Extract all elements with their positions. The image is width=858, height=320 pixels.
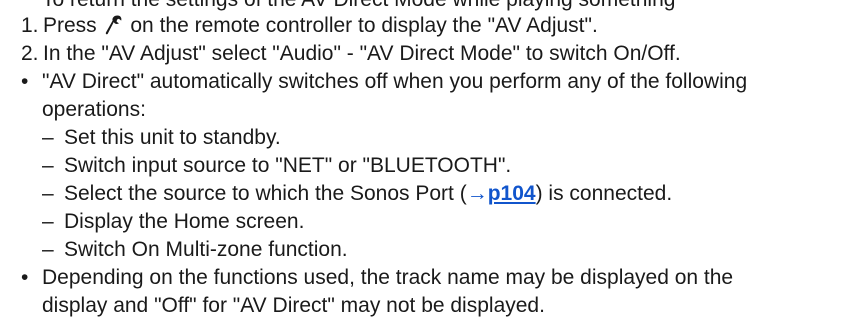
note-text: operations: (42, 98, 146, 121)
sub-item: – Switch On Multi-zone function. (42, 237, 348, 263)
note-bullet-1: • "AV Direct" automatically switches off … (21, 69, 747, 95)
note-text: display and "Off" for "AV Direct" may no… (42, 294, 545, 317)
page-reference-link[interactable]: →p104 (467, 182, 536, 205)
sub-item: – Switch input source to "NET" or "BLUETO… (42, 153, 511, 179)
wrench-icon (105, 14, 123, 36)
sub-item-text: Set this unit to standby. (64, 126, 281, 149)
dash-marker: – (42, 182, 54, 205)
page-number: p104 (487, 182, 536, 205)
step-1: 1. Press on the remote controller to disp… (21, 13, 598, 39)
note-bullet-1-continuation: operations: (42, 97, 146, 123)
sub-item-text: ) is connected. (535, 182, 673, 205)
note-bullet-2-continuation: display and "Off" for "AV Direct" may no… (42, 293, 545, 319)
dash-marker: – (42, 210, 54, 233)
intro-text-cut: To return the settings of the AV Direct … (42, 0, 675, 13)
step-number: 1. (21, 14, 39, 37)
sub-item-text: Display the Home screen. (64, 210, 305, 233)
sub-item-text: Switch On Multi-zone function. (64, 238, 348, 261)
step-text-before: Press (43, 14, 97, 37)
step-number: 2. (21, 42, 39, 65)
sub-item-text: Switch input source to "NET" or "BLUETOO… (64, 154, 512, 177)
note-text: Depending on the functions used, the tra… (42, 266, 734, 289)
step-text-after: on the remote controller to display the … (130, 14, 598, 37)
step-2: 2. In the "AV Adjust" select "Audio" - "A… (21, 41, 681, 67)
sub-item-text: Select the source to which the Sonos Por… (64, 182, 467, 205)
note-text: "AV Direct" automatically switches off w… (42, 70, 748, 93)
bullet-marker: • (21, 266, 29, 289)
sub-item: – Select the source to which the Sonos Po… (42, 181, 672, 207)
dash-marker: – (42, 154, 54, 177)
dash-marker: – (42, 126, 54, 149)
sub-item: – Set this unit to standby. (42, 125, 281, 151)
arrow-icon: → (466, 182, 488, 205)
bullet-marker: • (21, 70, 29, 93)
note-bullet-2: • Depending on the functions used, the tr… (21, 265, 733, 291)
dash-marker: – (42, 238, 54, 261)
manual-page: To return the settings of the AV Direct … (0, 0, 858, 320)
step-text: In the "AV Adjust" select "Audio" - "AV … (43, 42, 681, 65)
sub-item: – Display the Home screen. (42, 209, 304, 235)
